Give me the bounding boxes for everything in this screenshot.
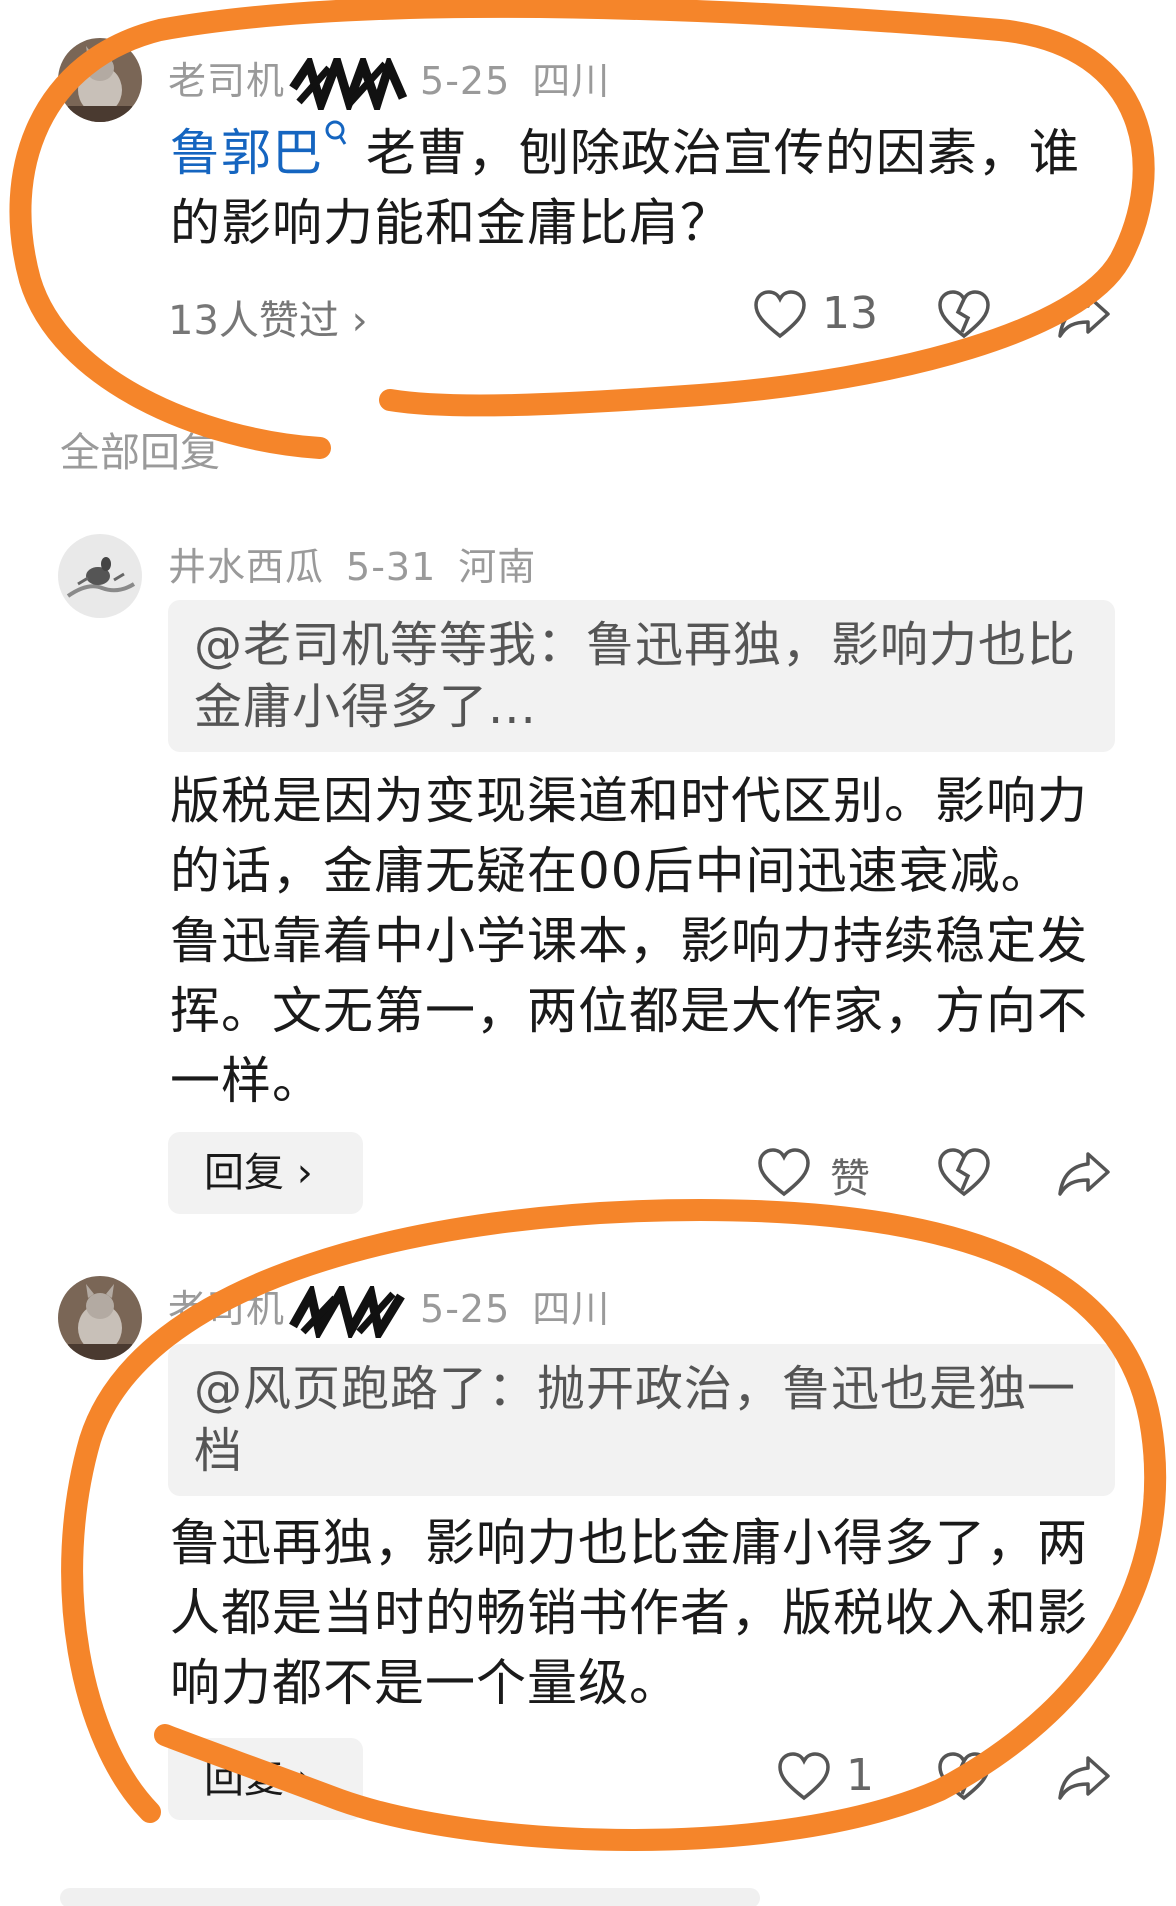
comment-text: 版税是因为变现渠道和时代区别。影响力的话，金庸无疑在00后中间迅速衰减。鲁迅靠着…: [170, 772, 1088, 1110]
avatar[interactable]: [58, 1276, 142, 1360]
comment-text: 鲁郭巴 老曹，刨除政治宣传的因素，谁的影响力能和金庸比肩？: [170, 118, 1100, 258]
next-item-partial: [60, 1888, 760, 1906]
chevron-right-icon: ›: [296, 1150, 313, 1196]
like-count: 13: [822, 288, 878, 339]
redaction-scribble: [289, 57, 408, 110]
mention-link[interactable]: 鲁郭巴: [170, 120, 349, 182]
comment-date: 5-25: [420, 59, 511, 103]
search-icon: [325, 120, 347, 146]
redaction-scribble: [289, 1285, 405, 1338]
quoted-comment[interactable]: @风页跑路了：抛开政治，鲁迅也是独一档: [168, 1344, 1115, 1496]
chevron-right-icon: ›: [296, 1756, 313, 1802]
quoted-comment[interactable]: @老司机等等我：鲁迅再独，影响力也比金庸小得多了...: [168, 600, 1115, 752]
share-icon[interactable]: [1056, 1750, 1112, 1806]
like-icon[interactable]: [776, 1750, 832, 1806]
avatar[interactable]: [58, 38, 142, 122]
share-icon[interactable]: [1056, 1146, 1112, 1202]
like-count: 1: [846, 1750, 874, 1801]
chevron-right-icon: ›: [351, 298, 368, 344]
avatar[interactable]: [58, 534, 142, 618]
comment-location: 四川: [532, 1287, 611, 1331]
all-replies-label: 全部回复: [60, 430, 220, 476]
username[interactable]: 井水西瓜: [168, 545, 324, 589]
like-label: 赞: [830, 1156, 870, 1202]
comment-meta: 老司机 5-25 四川: [168, 50, 632, 110]
comment-date: 5-25: [420, 1287, 511, 1331]
like-icon[interactable]: [756, 1146, 812, 1202]
like-icon[interactable]: [752, 288, 808, 344]
dislike-icon[interactable]: [936, 288, 992, 344]
comment-location: 四川: [532, 59, 611, 103]
comment-meta: 老司机 5-25 四川: [168, 1278, 632, 1338]
comment-text: 鲁迅再独，影响力也比金庸小得多了，两人都是当时的畅销书作者，版税收入和影响力都不…: [170, 1514, 1088, 1712]
dislike-icon[interactable]: [936, 1750, 992, 1806]
reply-button[interactable]: 回复 ›: [168, 1738, 363, 1820]
liked-by-link[interactable]: 13人赞过 ›: [168, 288, 368, 346]
username[interactable]: 老司机: [168, 1287, 285, 1331]
reply-button[interactable]: 回复 ›: [168, 1132, 363, 1214]
share-icon[interactable]: [1056, 288, 1112, 344]
username[interactable]: 老司机: [168, 59, 285, 103]
comment-location: 河南: [458, 545, 537, 589]
comment-date: 5-31: [346, 545, 437, 589]
comment-meta: 井水西瓜 5-31 河南: [168, 536, 558, 591]
dislike-icon[interactable]: [936, 1146, 992, 1202]
